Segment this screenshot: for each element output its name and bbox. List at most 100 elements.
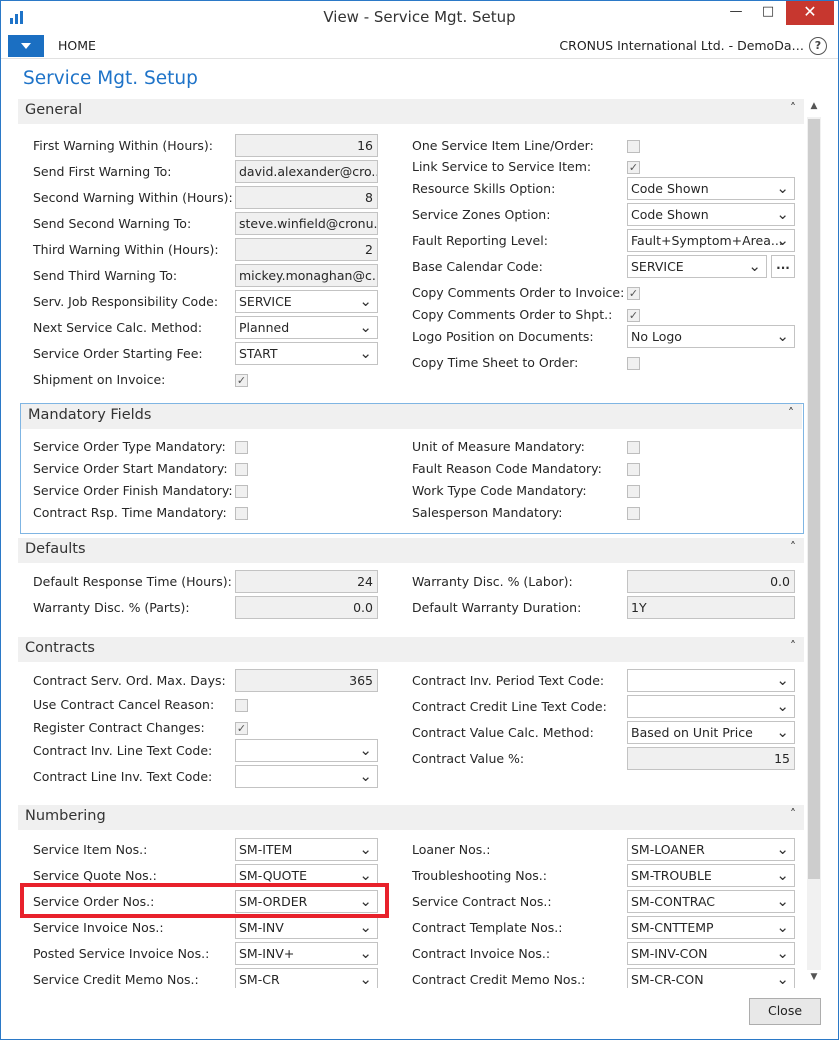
contract-rsp-time-mandatory-checkbox[interactable] bbox=[235, 507, 248, 520]
copy-comments-order-to-shpt-checkbox[interactable]: ✓ bbox=[627, 309, 640, 322]
chevron-down-icon[interactable]: ⌄ bbox=[776, 671, 789, 689]
chevron-down-icon[interactable]: ⌄ bbox=[359, 292, 372, 310]
chevron-down-icon[interactable]: ⌄ bbox=[359, 970, 372, 988]
chevron-down-icon[interactable]: ⌄ bbox=[359, 318, 372, 336]
section-header-defaults[interactable]: Defaults ˄ bbox=[18, 538, 804, 563]
minimize-button[interactable]: — bbox=[720, 1, 752, 25]
contract-value-calc-method-dropdown[interactable]: Based on Unit Price ⌄ bbox=[627, 721, 795, 744]
base-calendar-code-lookup-button[interactable]: ... bbox=[771, 255, 795, 278]
link-service-to-service-item-checkbox[interactable]: ✓ bbox=[627, 161, 640, 174]
chevron-down-icon[interactable]: ⌄ bbox=[776, 840, 789, 858]
scroll-down-icon[interactable]: ▼ bbox=[809, 972, 819, 982]
collapse-icon[interactable]: ˄ bbox=[790, 807, 796, 821]
service-zones-option-dropdown[interactable]: Code Shown ⌄ bbox=[627, 203, 795, 226]
service-order-type-mandatory-checkbox[interactable] bbox=[235, 441, 248, 454]
chevron-down-icon[interactable]: ⌄ bbox=[776, 723, 789, 741]
close-window-button[interactable]: ✕ bbox=[786, 1, 834, 25]
vertical-scrollbar[interactable]: ▲ ▼ bbox=[805, 99, 823, 988]
base-calendar-code-dropdown[interactable]: SERVICE ⌄ bbox=[627, 255, 767, 278]
third-warning-within-hours-field[interactable]: 2 bbox=[235, 238, 378, 261]
contract-line-inv-text-code-dropdown[interactable]: ⌄ bbox=[235, 765, 378, 788]
collapse-icon[interactable]: ˄ bbox=[790, 101, 796, 115]
serv-job-responsibility-code-dropdown[interactable]: SERVICE ⌄ bbox=[235, 290, 378, 313]
shipment-on-invoice-label: Shipment on Invoice: bbox=[33, 372, 166, 387]
section-header-contracts[interactable]: Contracts ˄ bbox=[18, 637, 804, 662]
collapse-icon[interactable]: ˄ bbox=[790, 639, 796, 653]
warranty-disc-labor-field[interactable]: 0.0 bbox=[627, 570, 795, 593]
logo-position-on-documents-dropdown[interactable]: No Logo ⌄ bbox=[627, 325, 795, 348]
fault-reason-code-mandatory-checkbox[interactable] bbox=[627, 463, 640, 476]
send-third-warning-to-field[interactable]: mickey.monaghan@c... bbox=[235, 264, 378, 287]
chevron-down-icon[interactable]: ⌄ bbox=[776, 205, 789, 223]
collapse-icon[interactable]: ˄ bbox=[790, 540, 796, 554]
resource-skills-option-dropdown[interactable]: Code Shown ⌄ bbox=[627, 177, 795, 200]
next-service-calc-method-dropdown[interactable]: Planned ⌄ bbox=[235, 316, 378, 339]
posted-service-invoice-nos-dropdown[interactable]: SM-INV+ ⌄ bbox=[235, 942, 378, 965]
chevron-down-icon[interactable]: ⌄ bbox=[748, 257, 761, 275]
chevron-down-icon[interactable]: ⌄ bbox=[359, 918, 372, 936]
chevron-down-icon[interactable]: ⌄ bbox=[359, 344, 372, 362]
send-first-warning-to-field[interactable]: david.alexander@cro... bbox=[235, 160, 378, 183]
warranty-disc-labor-value: 0.0 bbox=[770, 574, 790, 589]
section-header-general[interactable]: General ˄ bbox=[18, 99, 804, 124]
contract-value-field[interactable]: 15 bbox=[627, 747, 795, 770]
chevron-down-icon[interactable]: ⌄ bbox=[359, 944, 372, 962]
warranty-disc-parts-field[interactable]: 0.0 bbox=[235, 596, 378, 619]
chevron-down-icon[interactable]: ⌄ bbox=[776, 892, 789, 910]
section-header-numbering[interactable]: Numbering ˄ bbox=[18, 805, 804, 830]
chevron-down-icon[interactable]: ⌄ bbox=[359, 767, 372, 785]
work-type-code-mandatory-checkbox[interactable] bbox=[627, 485, 640, 498]
contract-serv-ord-max-days-field[interactable]: 365 bbox=[235, 669, 378, 692]
troubleshooting-nos-dropdown[interactable]: SM-TROUBLE ⌄ bbox=[627, 864, 795, 887]
contract-invoice-nos-dropdown[interactable]: SM-INV-CON ⌄ bbox=[627, 942, 795, 965]
default-response-time-hours-field[interactable]: 24 bbox=[235, 570, 378, 593]
shipment-on-invoice-checkbox[interactable]: ✓ bbox=[235, 374, 248, 387]
chevron-down-icon[interactable]: ⌄ bbox=[359, 840, 372, 858]
copy-comments-order-to-invoice-checkbox[interactable]: ✓ bbox=[627, 287, 640, 300]
section-header-mandatory[interactable]: Mandatory Fields ˄ bbox=[21, 404, 802, 429]
service-credit-memo-nos-dropdown[interactable]: SM-CR ⌄ bbox=[235, 968, 378, 988]
service-order-finish-mandatory-checkbox[interactable] bbox=[235, 485, 248, 498]
one-service-item-line-order-checkbox[interactable] bbox=[627, 140, 640, 153]
service-item-nos-dropdown[interactable]: SM-ITEM ⌄ bbox=[235, 838, 378, 861]
chevron-down-icon[interactable]: ⌄ bbox=[776, 231, 789, 249]
chevron-down-icon[interactable]: ⌄ bbox=[359, 866, 372, 884]
second-warning-within-hours-field[interactable]: 8 bbox=[235, 186, 378, 209]
send-second-warning-to-field[interactable]: steve.winfield@cronu... bbox=[235, 212, 378, 235]
chevron-down-icon[interactable]: ⌄ bbox=[776, 327, 789, 345]
register-contract-changes-checkbox[interactable]: ✓ bbox=[235, 722, 248, 735]
contract-inv-line-text-code-dropdown[interactable]: ⌄ bbox=[235, 739, 378, 762]
chevron-down-icon[interactable]: ⌄ bbox=[776, 697, 789, 715]
tab-home[interactable]: HOME bbox=[58, 38, 96, 53]
default-warranty-duration-field[interactable]: 1Y bbox=[627, 596, 795, 619]
service-invoice-nos-dropdown[interactable]: SM-INV ⌄ bbox=[235, 916, 378, 939]
contract-inv-period-text-code-dropdown[interactable]: ⌄ bbox=[627, 669, 795, 692]
loaner-nos-dropdown[interactable]: SM-LOANER ⌄ bbox=[627, 838, 795, 861]
chevron-down-icon[interactable]: ⌄ bbox=[776, 970, 789, 988]
scroll-up-icon[interactable]: ▲ bbox=[809, 101, 819, 111]
service-order-starting-fee-dropdown[interactable]: START ⌄ bbox=[235, 342, 378, 365]
contract-template-nos-dropdown[interactable]: SM-CNTTEMP ⌄ bbox=[627, 916, 795, 939]
unit-of-measure-mandatory-checkbox[interactable] bbox=[627, 441, 640, 454]
scroll-thumb[interactable] bbox=[808, 119, 820, 879]
copy-time-sheet-to-order-checkbox[interactable] bbox=[627, 357, 640, 370]
application-menu-button[interactable] bbox=[8, 35, 44, 57]
close-button[interactable]: Close bbox=[749, 998, 821, 1025]
chevron-down-icon[interactable]: ⌄ bbox=[776, 918, 789, 936]
collapse-icon[interactable]: ˄ bbox=[788, 406, 794, 420]
chevron-down-icon[interactable]: ⌄ bbox=[776, 866, 789, 884]
chevron-down-icon[interactable]: ⌄ bbox=[776, 944, 789, 962]
serv-job-responsibility-code-value: SERVICE bbox=[239, 294, 292, 309]
contract-credit-memo-nos-dropdown[interactable]: SM-CR-CON ⌄ bbox=[627, 968, 795, 988]
first-warning-within-hours-field[interactable]: 16 bbox=[235, 134, 378, 157]
chevron-down-icon[interactable]: ⌄ bbox=[359, 741, 372, 759]
salesperson-mandatory-checkbox[interactable] bbox=[627, 507, 640, 520]
maximize-button[interactable]: □ bbox=[752, 1, 784, 25]
chevron-down-icon[interactable]: ⌄ bbox=[776, 179, 789, 197]
service-contract-nos-dropdown[interactable]: SM-CONTRAC ⌄ bbox=[627, 890, 795, 913]
contract-credit-line-text-code-dropdown[interactable]: ⌄ bbox=[627, 695, 795, 718]
help-icon[interactable]: ? bbox=[809, 37, 827, 55]
fault-reporting-level-dropdown[interactable]: Fault+Symptom+Area... ⌄ bbox=[627, 229, 795, 252]
use-contract-cancel-reason-checkbox[interactable] bbox=[235, 699, 248, 712]
service-order-start-mandatory-checkbox[interactable] bbox=[235, 463, 248, 476]
